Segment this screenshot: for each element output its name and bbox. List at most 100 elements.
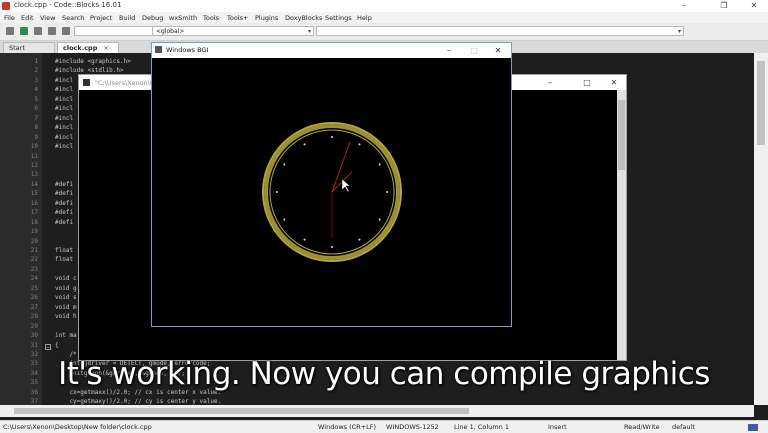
- menu-plugins[interactable]: Plugins: [255, 14, 278, 22]
- symbol-combo[interactable]: ▾: [316, 26, 684, 36]
- minimize-icon[interactable]: –: [539, 75, 561, 90]
- menu-settings[interactable]: Settings: [325, 14, 352, 22]
- hour-marker: [331, 246, 333, 248]
- hour-marker: [303, 143, 306, 146]
- code-line: #defi: [55, 190, 74, 198]
- code-line: void h: [55, 313, 77, 321]
- chevron-down-icon: ▾: [677, 28, 681, 35]
- menu-help[interactable]: Help: [357, 14, 372, 22]
- scrollbar-thumb[interactable]: [618, 100, 625, 170]
- mouse-cursor-icon: [341, 178, 351, 193]
- menu-project[interactable]: Project: [90, 14, 112, 22]
- status-language: default: [672, 423, 695, 431]
- close-icon[interactable]: ✕: [485, 43, 511, 58]
- console-icon: [83, 79, 90, 86]
- code-line: #incl: [55, 86, 74, 94]
- menu-edit[interactable]: Edit: [21, 14, 34, 22]
- menu-tools[interactable]: Tools: [203, 14, 219, 22]
- analog-clock-canvas: [262, 122, 402, 262]
- code-line: cy=getmaxy()/2.0; // cy is center y valu…: [55, 398, 222, 405]
- code-line: void c: [55, 275, 77, 283]
- maximize-icon[interactable]: ❐: [712, 0, 736, 12]
- line-number: 6: [34, 105, 38, 113]
- menu-tools-plus[interactable]: Tools+: [227, 14, 248, 22]
- build-run-icon[interactable]: [34, 27, 42, 35]
- status-eol: Windows (CR+LF): [318, 423, 377, 431]
- code-line: #incl: [55, 133, 74, 141]
- menu-file[interactable]: File: [4, 14, 15, 22]
- line-number: 11: [30, 152, 38, 160]
- minimize-icon[interactable]: –: [436, 43, 462, 58]
- menu-bar: File Edit View Search Project Build Debu…: [0, 12, 768, 23]
- fold-toggle-icon[interactable]: –: [45, 344, 51, 351]
- menu-view[interactable]: View: [40, 14, 55, 22]
- code-line: #incl: [55, 76, 74, 84]
- line-number: 30: [30, 332, 38, 340]
- gear-icon[interactable]: [6, 27, 14, 35]
- maximize-icon[interactable]: □: [576, 75, 598, 90]
- line-number: 26: [30, 294, 38, 302]
- line-number: 31: [30, 341, 38, 349]
- minimize-icon[interactable]: –: [672, 0, 696, 12]
- menu-debug[interactable]: Debug: [142, 14, 163, 22]
- line-number: 19: [30, 228, 38, 236]
- line-number: 28: [30, 313, 38, 321]
- code-line: #incl: [55, 95, 74, 103]
- line-number: 7: [34, 114, 38, 122]
- video-caption: It's working. Now you can compile graphi…: [58, 356, 710, 392]
- editor-vertical-scrollbar[interactable]: [754, 53, 768, 405]
- close-icon[interactable]: ✕: [603, 75, 625, 90]
- code-line: #defi: [55, 199, 74, 207]
- menu-build[interactable]: Build: [119, 14, 135, 22]
- status-file-path: C:\Users\Xenon\Desktop\New folder\clock.…: [3, 423, 152, 431]
- scrollbar-thumb[interactable]: [14, 408, 469, 414]
- maximize-icon: □: [470, 46, 478, 55]
- hour-marker: [386, 191, 388, 193]
- flag-icon: [748, 424, 758, 431]
- code-line: #include <graphics.h>: [55, 58, 131, 65]
- tab-label: clock.cpp: [63, 44, 98, 52]
- code-line: #incl: [55, 114, 74, 122]
- hour-marker: [358, 143, 361, 146]
- line-number: 21: [30, 247, 38, 254]
- line-number: 27: [30, 303, 38, 311]
- tab-start-here[interactable]: Start here×: [3, 42, 55, 63]
- code-line: #defi: [55, 209, 74, 217]
- console-scrollbar[interactable]: [617, 90, 626, 360]
- bgi-title: Windows BGI: [166, 46, 209, 54]
- bgi-window[interactable]: Windows BGI – □ ✕: [151, 42, 512, 327]
- status-access: Read/Write: [624, 423, 660, 431]
- scrollbar-thumb[interactable]: [757, 61, 765, 145]
- hour-marker: [378, 218, 381, 221]
- scope-combo[interactable]: <global> ▾: [152, 26, 314, 36]
- line-number: 8: [34, 124, 38, 132]
- line-number: 18: [30, 218, 38, 226]
- line-number: 20: [30, 237, 38, 245]
- close-icon[interactable]: ×: [103, 44, 108, 52]
- tab-clock-cpp[interactable]: clock.cpp ×: [57, 42, 119, 53]
- code-line: int ma: [55, 332, 77, 340]
- chevron-down-icon: ▾: [307, 28, 311, 35]
- menu-search[interactable]: Search: [62, 14, 84, 22]
- line-number: 22: [30, 256, 38, 264]
- code-line: void g: [55, 284, 77, 292]
- close-icon[interactable]: ✕: [742, 0, 766, 12]
- hour-marker: [378, 163, 381, 166]
- run-icon[interactable]: [20, 27, 28, 35]
- hour-marker: [283, 163, 286, 166]
- console-title: "C:\Users\Xenon\D: [95, 79, 155, 87]
- bgi-icon: [155, 46, 162, 53]
- window-title: clock.cpp - Code::Blocks 16.01: [14, 1, 122, 9]
- editor-horizontal-scrollbar[interactable]: [0, 405, 754, 417]
- stop-icon[interactable]: [62, 27, 70, 35]
- menu-doxyblocks[interactable]: DoxyBlocks: [285, 14, 322, 22]
- rebuild-icon[interactable]: [48, 27, 56, 35]
- line-number: 15: [30, 190, 38, 198]
- hour-marker: [303, 238, 306, 241]
- code-line: #incl: [55, 124, 74, 132]
- code-line: float: [55, 256, 74, 264]
- menu-wxsmith[interactable]: wxSmith: [169, 14, 197, 22]
- line-number: 16: [30, 199, 38, 207]
- hour-marker: [283, 218, 286, 221]
- toolbar: ▾ <global> ▾ ▾: [0, 23, 768, 41]
